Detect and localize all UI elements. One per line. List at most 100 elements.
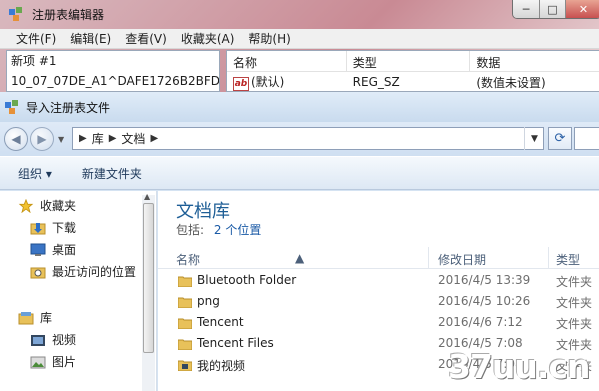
close-button[interactable]: ✕	[565, 0, 599, 18]
nav-item-desktop[interactable]: 桌面	[30, 241, 76, 258]
menu-help[interactable]: 帮助(H)	[248, 30, 290, 47]
library-includes: 包括: 2 个位置	[176, 221, 261, 238]
dialog-title: 导入注册表文件	[26, 100, 111, 115]
download-folder-icon	[30, 222, 46, 234]
regedit-icon	[9, 7, 22, 21]
menu-edit[interactable]: 编辑(E)	[70, 30, 111, 47]
menu-view[interactable]: 查看(V)	[125, 30, 167, 47]
video-folder-icon	[178, 360, 192, 371]
star-icon	[18, 198, 34, 213]
nav-label: 最近访问的位置	[52, 265, 137, 279]
file-name: Tencent Files	[197, 336, 274, 350]
menu-file[interactable]: 文件(F)	[16, 30, 56, 47]
registry-title: 注册表编辑器	[32, 7, 105, 22]
nav-item-downloads[interactable]: 下载	[30, 219, 76, 236]
value-list-header: 名称 类型 数据	[227, 51, 599, 72]
column-data[interactable]: 数据	[470, 51, 599, 71]
breadcrumb-library[interactable]: 库	[92, 130, 104, 147]
command-toolbar: 组织 ▾ 新建文件夹	[0, 156, 599, 190]
back-arrow-icon: ◀	[11, 132, 21, 146]
chevron-right-icon[interactable]: ▶	[150, 133, 158, 144]
minimize-button[interactable]: ─	[513, 0, 539, 18]
menu-favorites[interactable]: 收藏夹(A)	[181, 30, 235, 47]
new-folder-button[interactable]: 新建文件夹	[82, 165, 142, 182]
nav-item-libraries[interactable]: 库	[18, 309, 52, 326]
scroll-thumb[interactable]	[143, 203, 154, 353]
nav-item-favorites[interactable]: 收藏夹	[18, 197, 76, 214]
file-type: 文件夹	[556, 275, 593, 289]
locations-link[interactable]: 2 个位置	[214, 223, 261, 237]
breadcrumb-documents[interactable]: 文档	[121, 130, 145, 147]
address-bar-row: ◀ ▶ ▼ ▶ 库 ▶ 文档 ▶ ▼ ⟳	[0, 122, 599, 156]
value-type: REG_SZ	[352, 75, 400, 89]
nav-label: 桌面	[52, 243, 77, 257]
nav-item-pictures[interactable]: 图片	[30, 353, 76, 370]
nav-label: 下载	[52, 221, 77, 235]
file-name: Tencent	[197, 315, 244, 329]
navigation-pane[interactable]: 收藏夹 下载 桌面 最近访问的位置 库 视频 图片 ▲	[0, 191, 157, 391]
value-row[interactable]: ab (默认) REG_SZ (数值未设置)	[227, 72, 599, 92]
maximize-button[interactable]: □	[539, 0, 565, 18]
recent-pages-chevron-icon[interactable]: ▼	[58, 135, 64, 144]
column-header-date[interactable]: 修改日期	[438, 251, 486, 268]
video-library-icon	[31, 334, 45, 346]
regedit-icon	[5, 100, 18, 114]
file-row[interactable]: png 2016/4/5 10:26 文件夹	[158, 292, 599, 313]
file-type: 文件夹	[556, 317, 593, 331]
file-row[interactable]: Tencent 2016/4/6 7:12 文件夹	[158, 313, 599, 334]
forward-button[interactable]: ▶	[30, 127, 54, 151]
includes-label: 包括:	[176, 223, 205, 237]
refresh-button[interactable]: ⟳	[548, 127, 572, 150]
folder-icon	[178, 318, 192, 329]
nav-label: 库	[40, 311, 53, 325]
value-data: (数值未设置)	[476, 75, 546, 90]
file-date: 2016/4/5 13:39	[438, 273, 531, 287]
file-type: 文件夹	[556, 296, 593, 310]
nav-label: 视频	[52, 333, 77, 347]
folder-icon	[178, 339, 192, 350]
chevron-right-icon[interactable]: ▶	[79, 133, 87, 144]
window-controls: ─ □ ✕	[512, 0, 599, 19]
forward-arrow-icon: ▶	[37, 132, 47, 146]
nav-item-recent-places[interactable]: 最近访问的位置	[30, 263, 136, 280]
folder-icon	[178, 276, 192, 287]
ab-string-icon: ab	[233, 77, 249, 91]
column-header-name[interactable]: 名称	[176, 251, 200, 268]
column-type[interactable]: 类型	[347, 51, 471, 71]
refresh-icon: ⟳	[554, 131, 566, 146]
registry-value-list[interactable]: 名称 类型 数据 ab (默认) REG_SZ (数值未设置)	[226, 50, 599, 92]
desktop-icon	[30, 243, 46, 256]
file-row[interactable]: Bluetooth Folder 2016/4/5 13:39 文件夹	[158, 271, 599, 292]
column-name[interactable]: 名称	[227, 51, 347, 71]
file-name: Bluetooth Folder	[197, 273, 297, 287]
address-dropdown-icon[interactable]: ▼	[524, 127, 544, 150]
file-date: 2016/4/5 10:26	[438, 294, 531, 308]
chevron-right-icon[interactable]: ▶	[109, 133, 117, 144]
scroll-up-icon[interactable]: ▲	[144, 192, 150, 201]
registry-menu-bar: 文件(F) 编辑(E) 查看(V) 收藏夹(A) 帮助(H)	[0, 29, 599, 49]
address-box[interactable]: ▶ 库 ▶ 文档 ▶	[72, 127, 544, 150]
back-button[interactable]: ◀	[4, 127, 28, 151]
registry-key-tree[interactable]: 新项 #1 10_07_07DE_A1^DAFE1726B2BFDD	[6, 50, 220, 92]
nav-item-videos[interactable]: 视频	[30, 331, 76, 348]
registry-editor-window: 注册表编辑器 ─ □ ✕ 文件(F) 编辑(E) 查看(V) 收藏夹(A) 帮助…	[0, 0, 599, 100]
value-name: (默认)	[251, 75, 285, 89]
organize-button[interactable]: 组织 ▾	[18, 165, 52, 182]
recent-places-icon	[30, 267, 46, 278]
file-list-header: ▲ 名称 修改日期 类型	[158, 247, 599, 269]
tree-item-new-key[interactable]: 新项 #1	[7, 51, 219, 71]
picture-library-icon	[30, 356, 46, 368]
file-name: 我的视频	[197, 359, 246, 373]
nav-scrollbar[interactable]: ▲	[142, 192, 155, 391]
registry-title-bar[interactable]: 注册表编辑器	[0, 0, 520, 28]
library-icon	[18, 311, 34, 324]
site-watermark: 37uu.cn	[448, 347, 590, 386]
file-date: 2016/4/6 7:12	[438, 315, 523, 329]
folder-icon	[178, 297, 192, 308]
column-header-type[interactable]: 类型	[556, 251, 580, 268]
library-title: 文档库	[176, 201, 230, 222]
sort-ascending-icon: ▲	[295, 251, 305, 265]
search-input[interactable]	[574, 127, 599, 150]
dialog-title-bar[interactable]: 导入注册表文件	[0, 92, 599, 122]
tree-item-key[interactable]: 10_07_07DE_A1^DAFE1726B2BFDD	[7, 71, 219, 91]
